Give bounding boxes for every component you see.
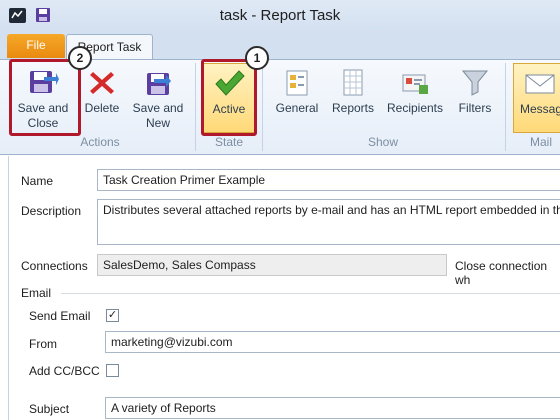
tab-file[interactable]: File bbox=[7, 34, 65, 58]
group-label-actions: Actions bbox=[80, 135, 120, 149]
from-label: From bbox=[29, 337, 57, 351]
add-cc-bcc-checkbox[interactable] bbox=[106, 364, 119, 377]
save-and-new-label-1: Save and bbox=[132, 101, 184, 115]
name-field[interactable]: Task Creation Primer Example bbox=[97, 169, 560, 191]
highlight-active bbox=[201, 59, 257, 136]
delete-button[interactable]: Delete bbox=[80, 63, 124, 133]
reports-button[interactable]: Reports bbox=[328, 63, 378, 133]
description-label: Description bbox=[21, 204, 82, 218]
callout-2: 2 bbox=[68, 46, 92, 70]
ribbon: Save and Close Delete Save and New Actio… bbox=[0, 59, 560, 155]
save-and-new-label-2: New bbox=[145, 116, 170, 130]
recipients-label: Recipients bbox=[386, 101, 444, 115]
email-section-label: Email bbox=[21, 286, 52, 300]
recipients-button[interactable]: Recipients bbox=[384, 63, 446, 133]
delete-icon bbox=[90, 72, 114, 94]
message-button[interactable]: Messag bbox=[513, 63, 560, 133]
send-email-label: Send Email bbox=[29, 309, 91, 323]
highlight-save-and-close bbox=[9, 59, 81, 136]
group-separator bbox=[195, 63, 196, 151]
save-and-new-button[interactable]: Save and New bbox=[129, 63, 187, 133]
group-separator bbox=[505, 63, 506, 151]
window-title: task - Report Task bbox=[219, 7, 341, 24]
name-label: Name bbox=[21, 174, 54, 188]
filter-icon bbox=[461, 70, 489, 96]
filters-button[interactable]: Filters bbox=[452, 63, 498, 133]
connections-field[interactable]: SalesDemo, Sales Compass bbox=[97, 254, 447, 276]
group-label-mail: Mail bbox=[529, 135, 552, 149]
title-bar: task - Report Task bbox=[0, 0, 560, 33]
group-separator bbox=[262, 63, 263, 151]
general-button[interactable]: General bbox=[270, 63, 324, 133]
callout-1: 1 bbox=[245, 46, 269, 70]
delete-label: Delete bbox=[84, 101, 120, 115]
subject-field[interactable]: A variety of Reports bbox=[105, 397, 560, 419]
reports-label: Reports bbox=[331, 101, 375, 115]
recipients-icon bbox=[402, 74, 428, 94]
save-new-icon bbox=[147, 73, 171, 95]
description-field[interactable]: Distributes several attached reports by … bbox=[97, 199, 560, 245]
section-divider bbox=[61, 293, 560, 294]
general-icon bbox=[286, 70, 308, 96]
group-label-state: State bbox=[214, 135, 244, 149]
from-field[interactable]: marketing@vizubi.com bbox=[105, 331, 560, 353]
message-label: Messag bbox=[520, 102, 560, 116]
filters-label: Filters bbox=[458, 101, 492, 115]
subject-label: Subject bbox=[29, 402, 70, 416]
envelope-icon bbox=[525, 74, 555, 94]
task-form: Name Task Creation Primer Example Descri… bbox=[8, 156, 560, 420]
connections-label: Connections bbox=[21, 259, 88, 273]
reports-icon bbox=[343, 69, 363, 96]
send-email-checkbox[interactable]: ✓ bbox=[106, 309, 119, 322]
close-connection-label: Close connection wh bbox=[455, 259, 548, 287]
general-label: General bbox=[275, 101, 319, 115]
group-label-show: Show bbox=[367, 135, 399, 149]
add-cc-bcc-label: Add CC/BCC bbox=[29, 364, 100, 378]
